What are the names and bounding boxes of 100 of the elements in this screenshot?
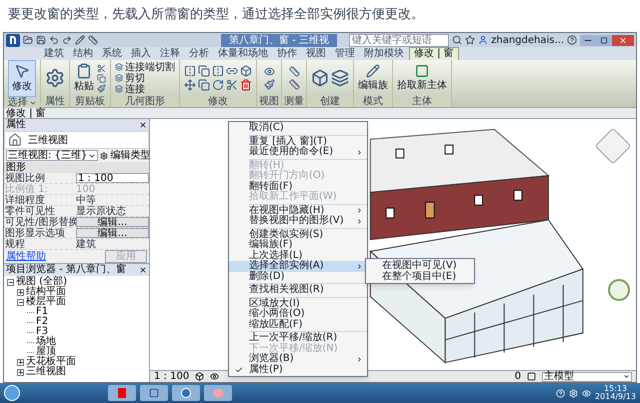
menu-item[interactable]: 上一次平移/缩放(R) — [229, 333, 367, 344]
property-field[interactable]: 1 : 100 — [76, 173, 149, 183]
menu-item[interactable]: 在视图中可见(V) — [366, 260, 474, 271]
ribbon-tab[interactable]: 建筑 — [40, 48, 68, 60]
delete-icon[interactable] — [240, 79, 252, 91]
menu-item[interactable]: 删除(D) — [229, 272, 367, 282]
help-icon[interactable] — [567, 35, 577, 45]
panel-title: 项目浏览器 - 第八章门、窗 — [6, 264, 126, 276]
help-link[interactable]: 属性帮助 — [6, 251, 46, 262]
modify-button[interactable]: 修改 — [8, 60, 36, 97]
star-icon[interactable] — [465, 35, 476, 45]
tree-item[interactable]: 楼层平面 — [26, 297, 66, 307]
menu-item[interactable]: 替换视图中的图形(V) — [229, 216, 367, 226]
workset-icon[interactable] — [527, 372, 536, 381]
menu-item[interactable]: 缩小两倍(O) — [229, 309, 367, 320]
menu-item[interactable]: 选择全部实例(A) — [229, 261, 367, 272]
type-selector[interactable]: 三维视图: {三维} — [6, 150, 98, 161]
redo-icon[interactable] — [62, 35, 72, 45]
expand-icon[interactable] — [17, 288, 24, 296]
ribbon-tab[interactable]: 视图 — [302, 48, 330, 60]
menu-item[interactable]: 在视图中隐藏(H) — [229, 206, 367, 216]
edit-family-button[interactable]: 编辑族 — [358, 64, 388, 92]
taskbar-app[interactable] — [172, 385, 200, 401]
expand-icon[interactable] — [17, 358, 24, 366]
tree-item[interactable]: 天花板平面 — [26, 357, 76, 367]
cut-icon[interactable] — [97, 64, 106, 72]
pencil-icon[interactable] — [75, 35, 85, 45]
undo-icon[interactable] — [49, 35, 59, 45]
ribbon-tab[interactable]: 分析 — [185, 48, 213, 60]
start-button[interactable] — [4, 385, 20, 401]
tree-item[interactable]: 三维视图 — [26, 367, 66, 377]
property-edit-button[interactable]: 编辑... — [76, 228, 149, 238]
panel-label: 属性 — [41, 96, 69, 107]
collapse-icon[interactable] — [7, 278, 14, 286]
menu-item[interactable]: 上次选择(L) — [229, 250, 367, 261]
navigation-wheel-icon[interactable] — [608, 279, 630, 301]
open-icon[interactable] — [23, 35, 33, 45]
collapse-icon[interactable] — [17, 298, 24, 306]
ribbon-tab[interactable]: 修改 | 窗 — [409, 47, 459, 60]
close-icon[interactable] — [139, 121, 147, 129]
model-selector[interactable]: 主模型 — [542, 372, 632, 382]
ribbon-tab[interactable]: 协作 — [273, 48, 301, 60]
menu-item[interactable]: 创建类似实例(S) — [229, 230, 367, 240]
tree-item[interactable]: 视图 (全部) — [16, 277, 67, 287]
ribbon-tab[interactable]: 系统 — [98, 48, 126, 60]
property-edit-button[interactable]: 编辑... — [76, 217, 149, 227]
user-name[interactable]: zhangdehais... — [491, 32, 564, 48]
paste-button[interactable]: 粘贴 — [74, 62, 94, 94]
geometry-tool[interactable]: 连接端切割 — [115, 62, 175, 72]
ribbon-tab[interactable]: 体量和场地 — [214, 48, 272, 60]
copy-icon[interactable] — [198, 79, 210, 91]
rotate-icon[interactable] — [212, 79, 224, 91]
measure-icon[interactable] — [288, 66, 300, 77]
detail-level-icon[interactable] — [195, 372, 204, 381]
tree-item[interactable]: F1 — [36, 307, 48, 317]
tray-icon[interactable] — [568, 388, 578, 398]
hide-icon[interactable] — [264, 66, 274, 77]
ribbon-tab[interactable]: 管理 — [331, 48, 359, 60]
geometry-tool[interactable]: 剪切 — [115, 72, 175, 84]
user-icon[interactable] — [478, 35, 488, 45]
save-icon[interactable] — [36, 35, 46, 45]
tree-item[interactable]: 屋顶 — [36, 347, 56, 357]
expand-icon[interactable] — [17, 368, 24, 376]
tree-item[interactable]: 结构平面 — [26, 287, 66, 297]
tree-item[interactable]: F3 — [36, 327, 48, 337]
menu-item[interactable]: 翻转面(F) — [229, 182, 367, 192]
menu-item[interactable]: 浏览器(B) — [229, 354, 367, 364]
menu-item[interactable]: 取消(C) — [229, 123, 367, 134]
geometry-tool[interactable]: 连接 — [115, 84, 175, 94]
taskbar-app[interactable] — [140, 385, 168, 401]
ribbon-tab[interactable]: 附加模块 — [360, 48, 408, 60]
ribbon-tab[interactable]: 插入 — [127, 48, 155, 60]
close-icon[interactable] — [139, 266, 147, 274]
tray-icon[interactable] — [582, 388, 591, 398]
ruler-icon[interactable] — [88, 35, 98, 45]
gear-icon[interactable] — [100, 152, 108, 160]
ribbon-tab[interactable]: 结构 — [69, 48, 97, 60]
ribbon-tab[interactable]: 注释 — [156, 48, 184, 60]
brush-icon[interactable] — [97, 84, 106, 92]
tree-item[interactable]: F2 — [36, 317, 48, 327]
app-logo-icon[interactable] — [6, 34, 20, 46]
maximize-icon[interactable] — [596, 34, 612, 46]
pick-host-button[interactable]: 拾取新主体 — [397, 64, 447, 92]
copy-icon[interactable] — [97, 74, 106, 82]
menu-item[interactable]: 最近使用的命令(E) — [229, 147, 367, 158]
menu-item[interactable]: 缩放匹配(F) — [229, 320, 367, 330]
tree-item[interactable]: 场地 — [36, 337, 56, 347]
menu-item[interactable]: 区域放大(I) — [229, 298, 367, 309]
menu-item[interactable]: 查找相关视图(R) — [229, 285, 367, 296]
move-icon[interactable] — [184, 79, 196, 91]
menu-item[interactable]: 编辑族(F) — [229, 240, 367, 250]
menu-item[interactable]: 重复 [插入 窗](T) — [229, 136, 367, 147]
visual-style-icon[interactable] — [210, 372, 220, 381]
menu-item[interactable]: 在整个项目中(E) — [366, 271, 474, 282]
caption-text: 要更改窗的类型，先载入所需窗的类型，通过选择全部实例很方便更改。 — [7, 6, 425, 24]
search-icon[interactable] — [452, 35, 462, 45]
layers-icon — [115, 63, 123, 71]
menu-item[interactable]: 属性(P) — [229, 364, 367, 375]
minimize-icon[interactable] — [580, 34, 596, 46]
edit-type-button[interactable]: 编辑类型 — [110, 150, 150, 160]
